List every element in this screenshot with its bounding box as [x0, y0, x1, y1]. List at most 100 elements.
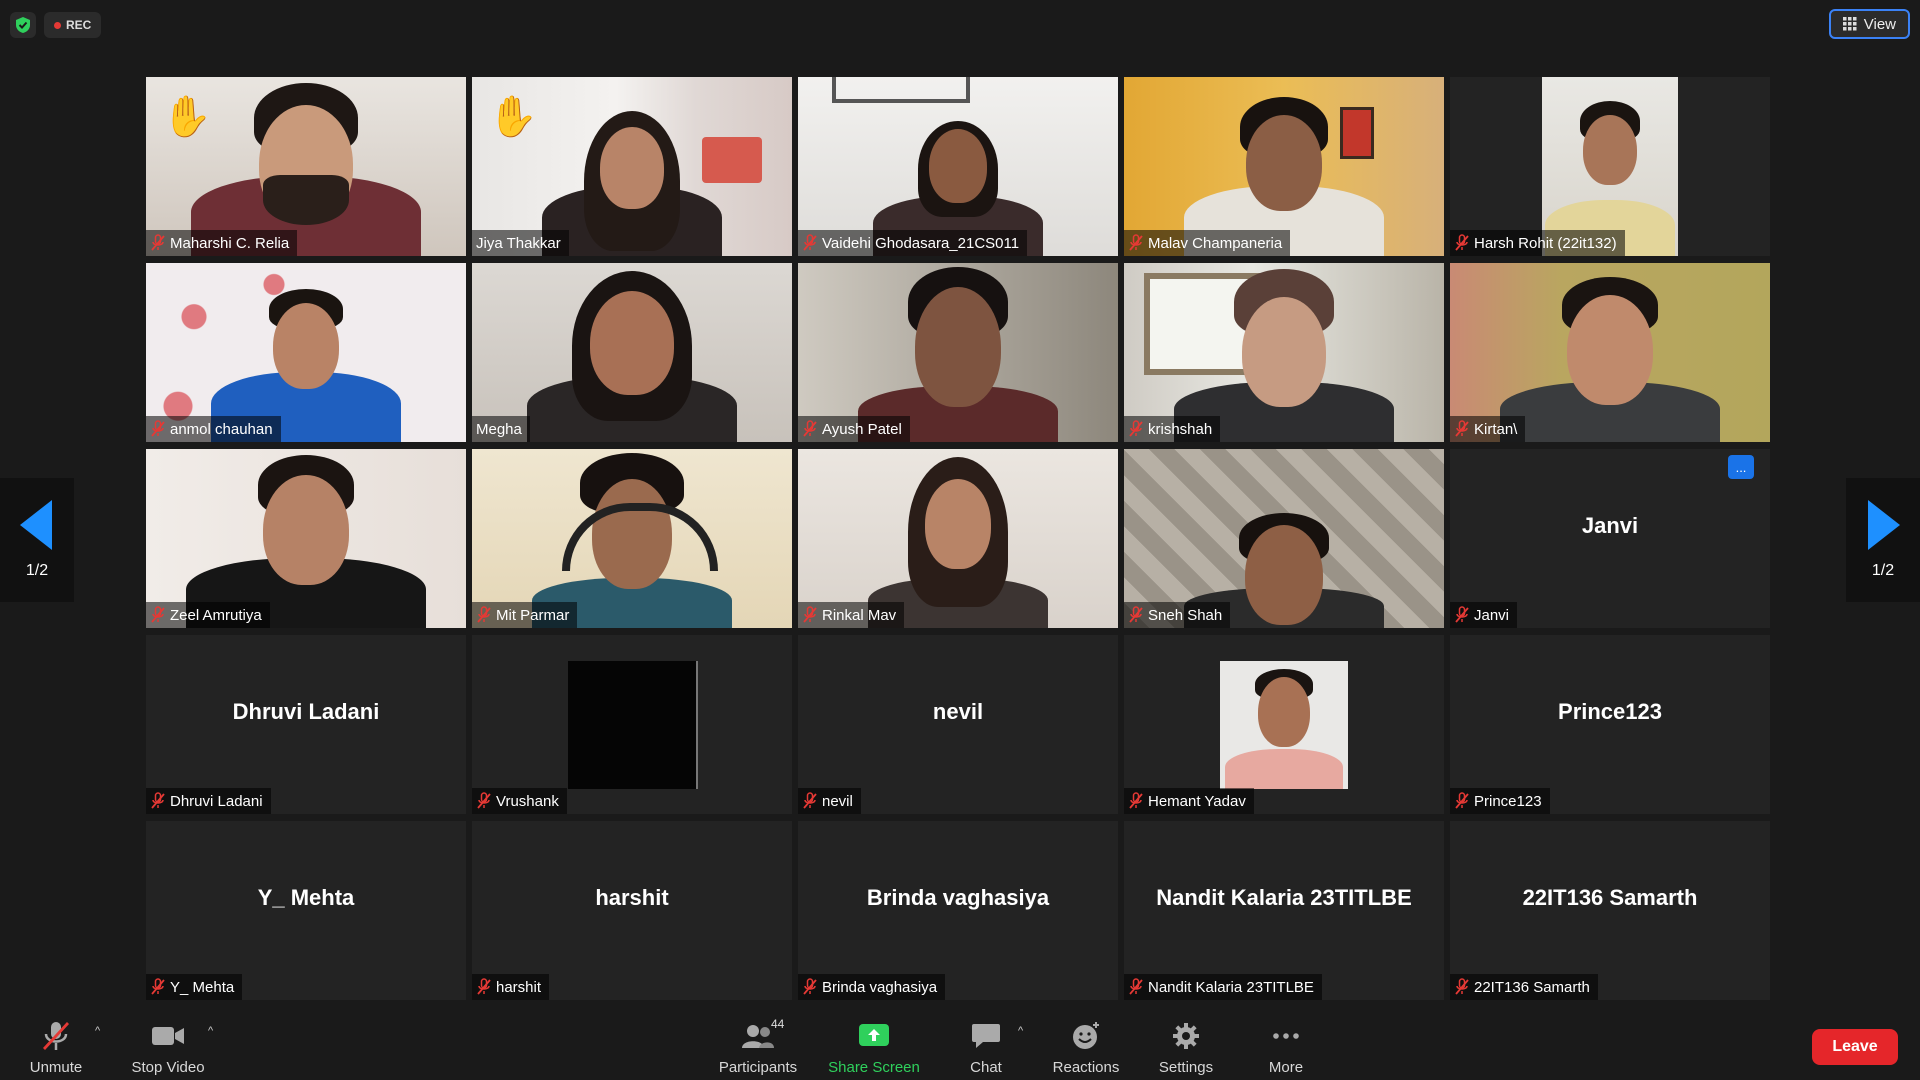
- participant-name-label: Janvi: [1450, 602, 1518, 628]
- participant-name: Prince123: [1474, 792, 1542, 810]
- participants-count-badge: 44: [771, 1017, 785, 1031]
- stop-video-label: Stop Video: [131, 1059, 205, 1076]
- unmute-button[interactable]: Unmute: [24, 1019, 88, 1076]
- participant-name: Zeel Amrutiya: [170, 606, 262, 624]
- video-tile[interactable]: Zeel Amrutiya: [146, 449, 466, 628]
- participant-name-label: Malav Champaneria: [1124, 230, 1291, 256]
- participant-name-label: Megha: [472, 416, 530, 442]
- more-button[interactable]: More: [1266, 1019, 1306, 1076]
- participant-name: Maharshi C. Relia: [170, 234, 290, 252]
- leave-button[interactable]: Leave: [1812, 1029, 1898, 1065]
- chat-options-chevron-icon[interactable]: ^: [1018, 1025, 1023, 1037]
- mic-muted-icon: [1129, 978, 1143, 995]
- video-tile[interactable]: Rinkal Mav: [798, 449, 1118, 628]
- participant-name-label: Brinda vaghasiya: [798, 974, 946, 1000]
- participant-name-label: Hemant Yadav: [1124, 788, 1254, 814]
- mic-muted-icon: [1129, 234, 1143, 251]
- record-dot-icon: [54, 21, 61, 29]
- video-tile[interactable]: Hemant Yadav: [1124, 635, 1444, 814]
- share-screen-label: Share Screen: [828, 1059, 920, 1076]
- view-label: View: [1863, 15, 1896, 33]
- mic-muted-icon: [151, 792, 165, 809]
- video-tile[interactable]: harshit harshit: [472, 821, 792, 1000]
- participant-name-label: Vrushank: [472, 788, 567, 814]
- participant-display-name: Nandit Kalaria 23TITLBE: [1156, 884, 1412, 910]
- raised-hand-icon: ✋: [488, 95, 538, 139]
- video-tile[interactable]: 22IT136 Samarth 22IT136 Samarth: [1450, 821, 1770, 1000]
- mic-muted-icon: [151, 234, 165, 251]
- participant-name: Hemant Yadav: [1148, 792, 1246, 810]
- participant-display-name: Janvi: [1581, 512, 1639, 538]
- page-indicator-right: 1/2: [1871, 562, 1895, 579]
- video-tile[interactable]: Malav Champaneria: [1124, 77, 1444, 256]
- audio-options-chevron-icon[interactable]: ^: [95, 1025, 100, 1037]
- chat-bubble-icon: [972, 1024, 1000, 1048]
- reactions-button[interactable]: Reactions: [1050, 1019, 1122, 1076]
- video-tile[interactable]: Vrushank: [472, 635, 792, 814]
- video-tile[interactable]: Megha: [472, 263, 792, 442]
- participant-name: harshit: [496, 978, 542, 996]
- mic-muted-icon: [803, 420, 817, 437]
- mic-muted-icon: [477, 606, 491, 623]
- participant-name-label: Rinkal Mav: [798, 602, 905, 628]
- video-tile[interactable]: Vaidehi Ghodasara_21CS011: [798, 77, 1118, 256]
- mic-muted-icon: [151, 978, 165, 995]
- reactions-smiley-icon: [1073, 1022, 1099, 1049]
- participant-display-name: Y_ Mehta: [257, 884, 355, 910]
- video-tile[interactable]: krishshah: [1124, 263, 1444, 442]
- participant-name-label: nevil: [798, 788, 861, 814]
- video-tile[interactable]: Nandit Kalaria 23TITLBE Nandit Kalaria 2…: [1124, 821, 1444, 1000]
- video-tile[interactable]: Ayush Patel: [798, 263, 1118, 442]
- profile-picture: [568, 661, 698, 789]
- participant-name: Vrushank: [496, 792, 559, 810]
- raised-hand-icon: ✋: [162, 95, 212, 139]
- participant-name: Sneh Shah: [1148, 606, 1223, 624]
- rec-label: REC: [66, 18, 92, 32]
- participant-name-label: Dhruvi Ladani: [146, 788, 271, 814]
- participants-icon: [742, 1025, 774, 1048]
- stop-video-button[interactable]: Stop Video: [128, 1019, 208, 1076]
- video-tile[interactable]: nevil nevil: [798, 635, 1118, 814]
- participant-display-name: Brinda vaghasiya: [866, 884, 1050, 910]
- view-button[interactable]: View: [1828, 9, 1910, 39]
- video-tile[interactable]: ✋ Maharshi C. Relia: [146, 77, 466, 256]
- mic-muted-icon: [477, 978, 491, 995]
- video-tile[interactable]: Prince123 Prince123: [1450, 635, 1770, 814]
- arrow-left-icon: [20, 500, 52, 550]
- share-screen-button[interactable]: Share Screen: [826, 1019, 922, 1076]
- participant-name-label: anmol chauhan: [146, 416, 281, 442]
- participant-name-label: Prince123: [1450, 788, 1550, 814]
- participant-name-label: krishshah: [1124, 416, 1221, 442]
- previous-page-button[interactable]: 1/2: [0, 478, 74, 602]
- video-tile[interactable]: Brinda vaghasiya Brinda vaghasiya: [798, 821, 1118, 1000]
- video-tile[interactable]: Harsh Rohit (22it132): [1450, 77, 1770, 256]
- video-tile[interactable]: Dhruvi Ladani Dhruvi Ladani: [146, 635, 466, 814]
- participants-button[interactable]: 44 Participants: [714, 1017, 802, 1076]
- video-tile[interactable]: Kirtan\: [1450, 263, 1770, 442]
- video-tile[interactable]: Y_ Mehta Y_ Mehta: [146, 821, 466, 1000]
- video-tile[interactable]: Mit Parmar: [472, 449, 792, 628]
- mic-muted-icon: [1129, 606, 1143, 623]
- participants-label: Participants: [718, 1059, 798, 1076]
- gallery-grid: ✋ Maharshi C. Relia ✋ Jiya Thakkar Vaide…: [146, 77, 1774, 1003]
- video-tile[interactable]: ... Janvi Janvi: [1450, 449, 1770, 628]
- video-camera-icon: [152, 1027, 184, 1045]
- mic-muted-icon: [803, 606, 817, 623]
- participant-name-label: harshit: [472, 974, 550, 1000]
- more-label: More: [1268, 1059, 1304, 1076]
- video-tile-active-speaker[interactable]: ✋ Jiya Thakkar: [472, 77, 792, 256]
- participant-name: 22IT136 Samarth: [1474, 978, 1590, 996]
- chat-button[interactable]: Chat: [964, 1019, 1008, 1076]
- recording-indicator[interactable]: REC: [44, 12, 102, 38]
- settings-button[interactable]: Settings: [1156, 1019, 1216, 1076]
- video-tile[interactable]: anmol chauhan: [146, 263, 466, 442]
- next-page-button[interactable]: 1/2: [1846, 478, 1920, 602]
- participant-name-label: Sneh Shah: [1124, 602, 1231, 628]
- security-shield-icon[interactable]: [10, 12, 36, 38]
- video-tile[interactable]: Sneh Shah: [1124, 449, 1444, 628]
- participant-name: Jiya Thakkar: [476, 234, 561, 252]
- video-options-chevron-icon[interactable]: ^: [208, 1025, 213, 1037]
- page-indicator-left: 1/2: [25, 562, 49, 579]
- mic-muted-icon: [803, 978, 817, 995]
- chat-label: Chat: [970, 1059, 1002, 1076]
